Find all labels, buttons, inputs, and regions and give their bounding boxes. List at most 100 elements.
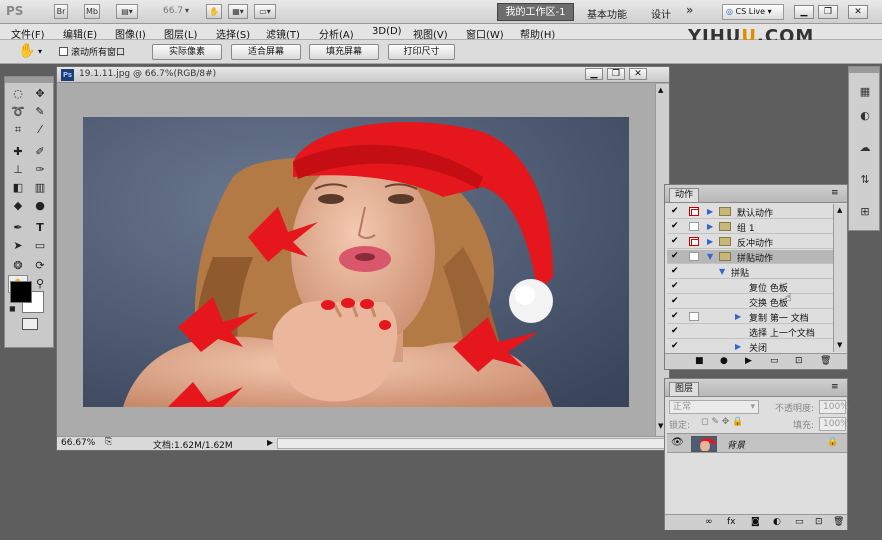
more-workspaces-icon[interactable]: »: [686, 3, 693, 17]
preset-dropdown-icon[interactable]: ▾: [38, 47, 42, 56]
expand-triangle-icon[interactable]: ▶: [707, 222, 713, 231]
action-toggle-check-icon[interactable]: ✔: [671, 237, 680, 246]
actual-pixels-button[interactable]: 实际像素: [152, 44, 222, 60]
dialog-toggle-icon[interactable]: [689, 312, 699, 321]
expand-triangle-icon[interactable]: ▼: [719, 267, 725, 276]
3d-rotate-tool-icon[interactable]: ❂: [8, 257, 28, 275]
zoom-level[interactable]: 66.7: [163, 6, 183, 16]
action-row[interactable]: ✔ ▼ 拼贴: [667, 265, 833, 279]
action-toggle-check-icon[interactable]: ✔: [671, 267, 680, 276]
play-icon[interactable]: ▶: [745, 356, 752, 366]
menu-select[interactable]: 选择(S): [216, 26, 250, 41]
screen-mode-icon[interactable]: ▭▾: [254, 4, 276, 19]
visibility-eye-icon[interactable]: 👁: [671, 437, 684, 448]
status-menu-arrow-icon[interactable]: ▶: [267, 438, 273, 447]
crop-tool-icon[interactable]: ⌗: [8, 121, 28, 139]
dodge-tool-icon[interactable]: ●: [30, 197, 50, 215]
bridge-icon[interactable]: Br: [54, 4, 68, 19]
dock-grip[interactable]: [849, 67, 879, 73]
zoom-dropdown-icon[interactable]: ▾: [185, 6, 189, 15]
menu-edit[interactable]: 编辑(E): [63, 26, 97, 41]
menu-help[interactable]: 帮助(H): [520, 26, 555, 41]
menu-filter[interactable]: 滤镜(T): [266, 26, 300, 41]
healing-brush-tool-icon[interactable]: ✚: [8, 143, 28, 161]
action-row[interactable]: ✔ 交换 色板: [667, 295, 833, 309]
opacity-field[interactable]: 100%: [819, 400, 849, 414]
new-group-icon[interactable]: ▭: [795, 517, 804, 527]
minimize-icon[interactable]: ▁: [794, 5, 814, 19]
menu-window[interactable]: 窗口(W): [466, 26, 504, 41]
hand-tool-icon[interactable]: ✋: [206, 4, 222, 19]
action-toggle-check-icon[interactable]: ✔: [671, 297, 680, 306]
paragraph-panel-icon[interactable]: ⊞: [855, 203, 875, 221]
gradient-tool-icon[interactable]: ▥: [30, 179, 50, 197]
dialog-toggle-icon[interactable]: [689, 252, 699, 261]
expand-triangle-icon[interactable]: ▶: [735, 312, 741, 321]
scroll-down-icon[interactable]: ▼: [658, 422, 663, 430]
fit-screen-button[interactable]: 适合屏幕: [231, 44, 301, 60]
rectangle-tool-icon[interactable]: ▭: [30, 237, 50, 255]
action-toggle-check-icon[interactable]: ✔: [671, 207, 680, 216]
type-tool-icon[interactable]: T: [30, 219, 50, 237]
expand-triangle-icon[interactable]: ▶: [735, 342, 741, 351]
eyedropper-tool-icon[interactable]: ⁄: [30, 121, 50, 139]
stop-recording-icon[interactable]: ■: [695, 356, 704, 366]
default-colors-icon[interactable]: ◼: [9, 304, 16, 313]
arrange-documents-icon[interactable]: ▦▾: [228, 4, 248, 19]
image-canvas[interactable]: [83, 117, 629, 407]
action-toggle-check-icon[interactable]: ✔: [671, 252, 680, 261]
toolbox-grip[interactable]: [5, 77, 53, 83]
layer-row-background[interactable]: 👁 背景 🔒: [667, 433, 847, 453]
marquee-tool-icon[interactable]: ◌: [8, 85, 28, 103]
delete-action-icon[interactable]: 🗑: [820, 356, 831, 366]
action-toggle-check-icon[interactable]: ✔: [671, 222, 680, 231]
action-row[interactable]: ✔ ▶ 关闭: [667, 340, 833, 354]
blend-mode-select[interactable]: 正常 ▾: [669, 400, 759, 414]
menu-file[interactable]: 文件(F): [11, 26, 45, 41]
scroll-up-icon[interactable]: ▲: [658, 86, 663, 94]
mini-bridge-icon[interactable]: Mb: [84, 4, 100, 19]
dialog-toggle-icon[interactable]: [689, 207, 699, 216]
layers-tab[interactable]: 图层: [669, 382, 700, 396]
action-row[interactable]: ✔ ▶ 组 1: [667, 220, 833, 234]
workspace-essentials[interactable]: 基本功能: [587, 6, 627, 21]
delete-layer-icon[interactable]: 🗑: [833, 517, 844, 527]
view-extras-dropdown[interactable]: ▤▾: [116, 4, 138, 19]
brush-tool-icon[interactable]: ✐: [30, 143, 50, 161]
close-icon[interactable]: ✕: [848, 5, 868, 19]
status-zoom[interactable]: 66.67%: [61, 438, 95, 448]
actions-tab[interactable]: 动作: [669, 188, 700, 202]
adjustment-layer-icon[interactable]: ◐: [773, 517, 781, 527]
3d-orbit-tool-icon[interactable]: ⟳: [30, 257, 50, 275]
character-panel-icon[interactable]: ⇅: [855, 171, 875, 189]
dialog-toggle-icon[interactable]: [689, 237, 699, 246]
workspace-my[interactable]: 我的工作区-1: [497, 3, 574, 21]
menu-analysis[interactable]: 分析(A): [319, 26, 354, 41]
dialog-toggle-icon[interactable]: [689, 222, 699, 231]
lock-icons[interactable]: ◻ ✎ ✥ 🔒: [701, 417, 743, 427]
document-horizontal-scrollbar[interactable]: [277, 438, 667, 449]
action-row[interactable]: ✔ 选择 上一个文档: [667, 325, 833, 339]
layer-style-icon[interactable]: fx: [727, 517, 736, 527]
action-toggle-check-icon[interactable]: ✔: [671, 282, 680, 291]
histogram-panel-icon[interactable]: ◐: [855, 107, 875, 125]
menu-3d[interactable]: 3D(D): [372, 26, 402, 37]
fill-screen-button[interactable]: 填充屏幕: [309, 44, 379, 60]
expand-triangle-icon[interactable]: ▶: [707, 207, 713, 216]
fill-field[interactable]: 100%: [819, 417, 849, 431]
eraser-tool-icon[interactable]: ◧: [8, 179, 28, 197]
adjustments-panel-icon[interactable]: ☁: [855, 139, 875, 157]
new-action-icon[interactable]: ⊡: [795, 356, 803, 366]
foreground-color-swatch[interactable]: [10, 281, 32, 303]
link-layers-icon[interactable]: ∞: [705, 517, 713, 527]
expand-triangle-icon[interactable]: ▶: [707, 237, 713, 246]
menu-image[interactable]: 图像(I): [115, 26, 146, 41]
cs-live-button[interactable]: ◎ CS Live ▾: [722, 4, 784, 20]
restore-icon[interactable]: ❐: [818, 5, 838, 19]
actions-panel-header[interactable]: 动作 ≡: [665, 185, 847, 203]
doc-minimize-icon[interactable]: ▁: [585, 68, 603, 80]
doc-maximize-icon[interactable]: ❐: [607, 68, 625, 80]
record-icon[interactable]: ●: [720, 356, 728, 366]
path-selection-tool-icon[interactable]: ➤: [8, 237, 28, 255]
clone-stamp-tool-icon[interactable]: ⊥: [8, 161, 28, 179]
